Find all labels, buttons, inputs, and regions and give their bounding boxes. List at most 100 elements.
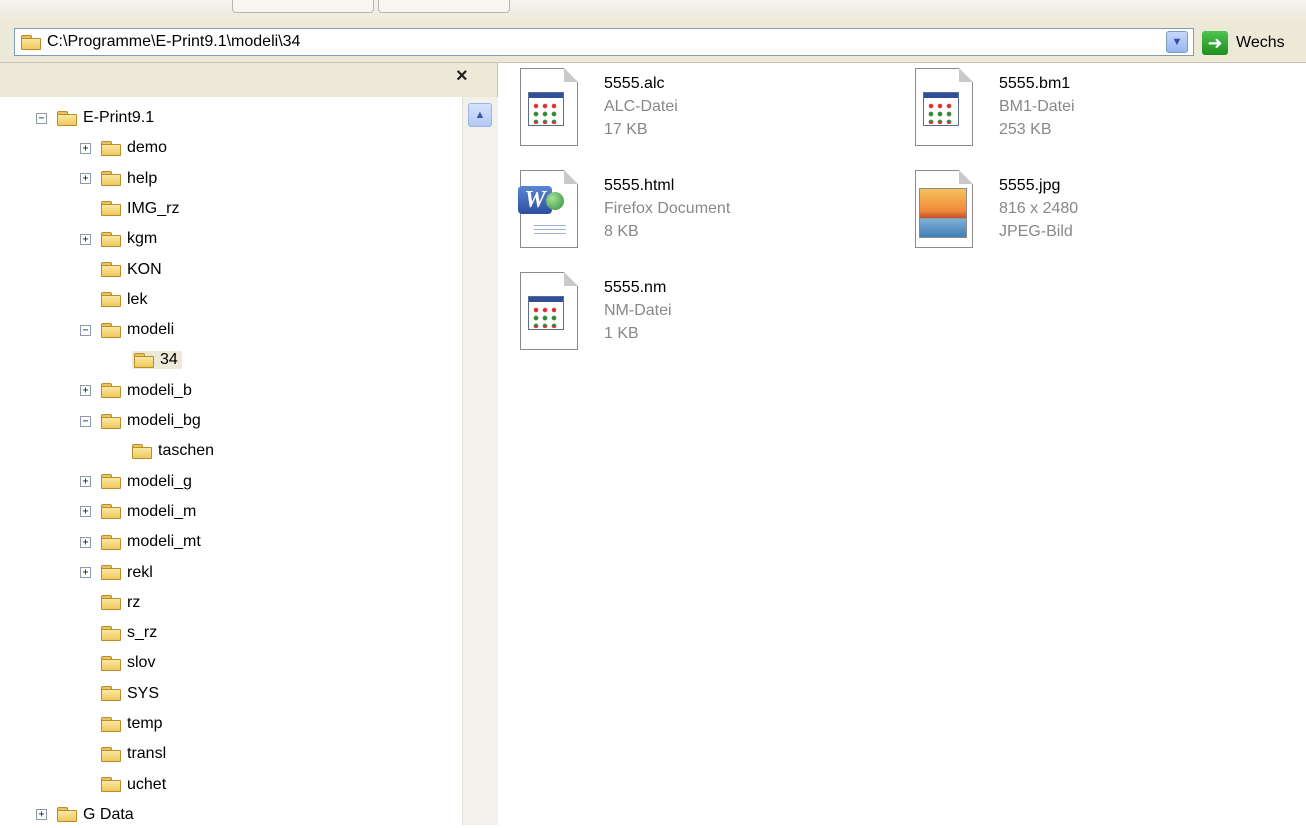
chevron-down-icon: ▼ (1171, 36, 1183, 48)
file-type: NM-Datei (604, 302, 672, 319)
folder-icon (101, 534, 121, 550)
collapse-icon[interactable]: − (80, 415, 91, 427)
collapse-icon[interactable]: − (80, 324, 91, 336)
expand-icon[interactable]: + (80, 536, 91, 548)
tree-item-label: lek (127, 290, 148, 308)
tree-item-label: demo (127, 139, 168, 157)
expand-icon[interactable]: + (80, 173, 91, 185)
folder-icon (101, 292, 121, 308)
tree-item[interactable]: + modeli_b (80, 378, 192, 404)
tree-item[interactable]: KON (80, 257, 162, 283)
collapse-icon[interactable]: − (36, 112, 47, 124)
tree-item-label: KON (127, 260, 162, 278)
jpeg-image-icon (913, 168, 977, 252)
tree-item-label: kgm (127, 230, 158, 248)
tree-item-label: SYS (127, 684, 160, 702)
folder-icon (132, 443, 152, 459)
folder-icon (101, 140, 121, 156)
tree-item[interactable]: transl (80, 741, 166, 767)
folder-icon (101, 171, 121, 187)
file-size: 8 KB (604, 223, 639, 240)
toolbar-strip (0, 0, 1306, 25)
tree-item-label: taschen (158, 442, 215, 460)
tree-item-label: s_rz (127, 624, 158, 642)
expand-icon[interactable]: + (80, 233, 91, 245)
file-type: ALC-Datei (604, 98, 678, 115)
tree-item-label: rz (127, 593, 141, 611)
folder-pane-header: × (0, 63, 497, 97)
expand-icon[interactable]: + (80, 567, 91, 578)
tree-item-label: G Data (83, 805, 134, 823)
file-name: 5555.html (604, 177, 675, 194)
go-label[interactable]: Wechs (1236, 34, 1285, 52)
folder-icon (101, 686, 121, 702)
tree-item-label: temp (127, 715, 163, 732)
tree-item[interactable]: 34 (132, 347, 182, 373)
tree-item[interactable]: taschen (132, 438, 214, 464)
tree-item-label: rekl (127, 563, 153, 581)
tree-item[interactable]: + modeli_m (80, 499, 196, 525)
folder-icon (101, 504, 121, 520)
tree-item[interactable]: + kgm (80, 226, 157, 252)
tree-item[interactable]: − modeli (80, 317, 174, 343)
tree-item[interactable]: rz (80, 590, 140, 616)
tree-item[interactable]: temp (80, 711, 163, 737)
word-html-icon: W (518, 168, 582, 252)
file-name: 5555.jpg (999, 177, 1061, 194)
expand-icon[interactable]: + (80, 385, 91, 397)
expand-icon[interactable]: + (80, 476, 91, 488)
tree-item[interactable]: uchet (80, 772, 166, 798)
tree-item-label: modeli_m (127, 502, 197, 520)
folder-icon (101, 413, 121, 429)
file-size: JPEG-Bild (999, 223, 1073, 240)
file-name: 5555.alc (604, 75, 665, 92)
chevron-up-icon: ▲ (474, 109, 486, 121)
expand-icon[interactable]: + (80, 506, 91, 518)
folder-tree: − E-Print9.1 + demo + help IMG_rz + kgm KON lek − mo… (0, 97, 462, 825)
address-bar-row: C:\Programme\E-Print9.1\modeli\34 ▼ ➜ We… (0, 24, 1306, 63)
expand-icon[interactable]: + (36, 809, 47, 821)
file-type: 816 x 2480 (999, 200, 1079, 217)
tree-item-label: modeli (127, 321, 175, 339)
folder-icon (57, 807, 77, 823)
folder-icon (101, 595, 121, 611)
vertical-scrollbar[interactable]: ▲ (462, 97, 498, 825)
tree-item[interactable]: + G Data (36, 802, 134, 828)
tree-item-label: modeli_mt (127, 533, 201, 551)
folder-icon (101, 777, 121, 793)
tree-item[interactable]: slov (80, 650, 155, 676)
tree-item[interactable]: − E-Print9.1 (36, 105, 154, 131)
tree-item[interactable]: + help (80, 166, 157, 192)
toolbar-button-edge[interactable] (232, 0, 374, 13)
address-dropdown-button[interactable]: ▼ (1166, 31, 1188, 53)
tree-item[interactable]: + demo (80, 135, 167, 161)
tree-item[interactable]: + modeli_mt (80, 529, 201, 555)
tree-item-label: modeli_b (127, 381, 192, 399)
tree-item[interactable]: + rekl (80, 560, 153, 586)
tree-item[interactable]: − modeli_bg (80, 408, 201, 434)
file-size: 1 KB (604, 325, 639, 342)
file-type: BM1-Datei (999, 98, 1075, 115)
scroll-up-button[interactable]: ▲ (468, 103, 492, 127)
folder-icon (101, 322, 121, 338)
arrow-right-icon: ➜ (1207, 32, 1223, 53)
tree-item[interactable]: SYS (80, 681, 159, 707)
tree-item[interactable]: + modeli_g (80, 469, 192, 495)
file-size: 253 KB (999, 121, 1052, 138)
folder-icon (101, 474, 121, 490)
close-icon[interactable]: × (456, 65, 468, 88)
folder-icon (101, 746, 121, 762)
tree-item[interactable]: s_rz (80, 620, 157, 646)
go-button[interactable]: ➜ (1202, 31, 1228, 55)
toolbar-button-edge[interactable] (378, 0, 510, 13)
address-input[interactable]: C:\Programme\E-Print9.1\modeli\34 (14, 28, 1194, 56)
tree-item-label: modeli_g (127, 472, 192, 490)
tree-item[interactable]: lek (80, 287, 147, 313)
file-name: 5555.bm1 (999, 75, 1071, 92)
tree-item[interactable]: IMG_rz (80, 196, 179, 222)
app-file-icon (913, 66, 977, 150)
expand-icon[interactable]: + (80, 142, 91, 154)
tree-item-label: modeli_bg (127, 412, 201, 429)
folder-icon (101, 565, 121, 580)
folder-icon (101, 383, 121, 399)
